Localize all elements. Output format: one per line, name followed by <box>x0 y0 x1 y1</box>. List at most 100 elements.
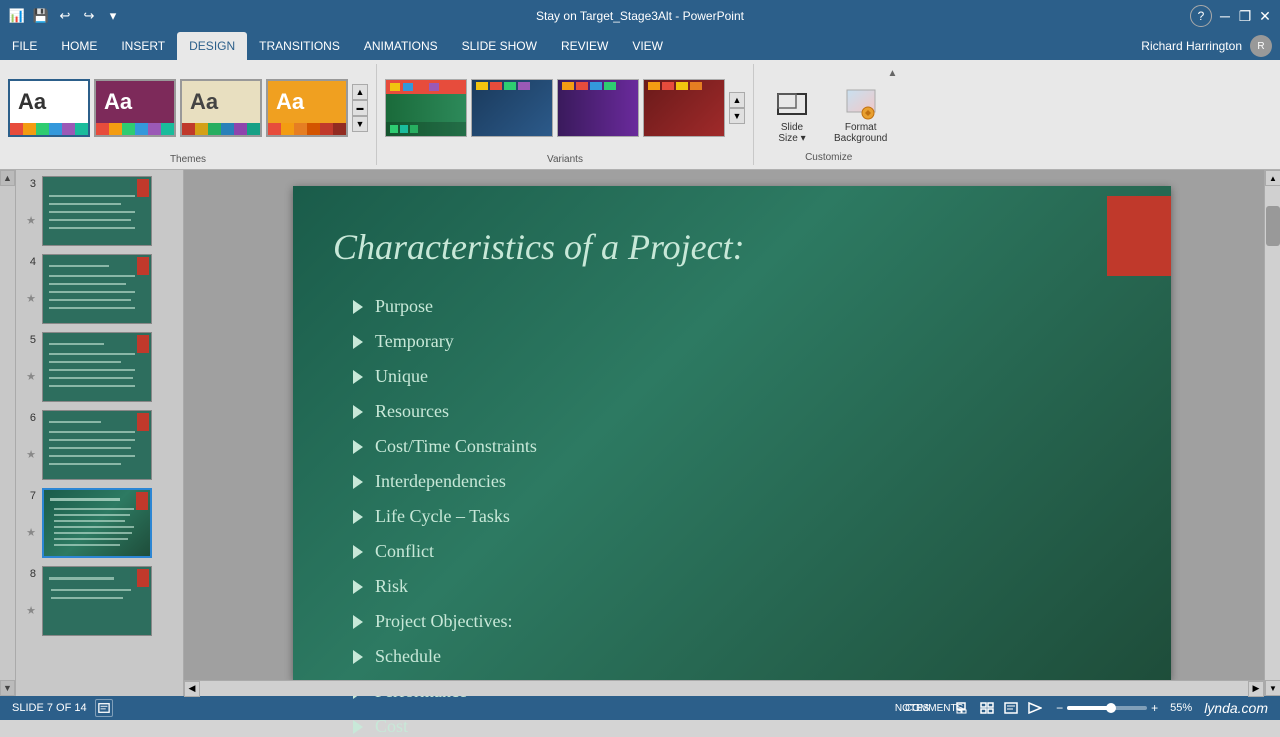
format-background-button[interactable]: FormatBackground <box>826 82 895 148</box>
slide-panel-item-3[interactable]: 3 ★ <box>20 174 179 248</box>
app-title: Stay on Target_Stage3Alt - PowerPoint <box>536 9 744 23</box>
themes-scroll-up[interactable]: ▲ <box>352 84 368 100</box>
vscroll-up-button[interactable]: ▲ <box>1265 170 1280 186</box>
variants-scroll-down[interactable]: ▼ <box>729 108 745 124</box>
bullet-text: Resources <box>375 401 449 422</box>
canvas-vertical-scrollbar[interactable]: ▲ ▼ <box>1264 170 1280 696</box>
bullet-cost-time[interactable]: Cost/Time Constraints <box>353 436 537 457</box>
zoom-plus-icon[interactable]: + <box>1151 701 1158 715</box>
redo-icon[interactable]: ↪ <box>80 7 98 25</box>
themes-scroll-mid[interactable]: ▬ <box>352 100 368 116</box>
thumb-line <box>49 377 133 379</box>
variant-2[interactable] <box>471 79 553 137</box>
slide-thumb-4[interactable] <box>42 254 152 324</box>
reading-view-icon[interactable] <box>1002 699 1020 717</box>
zoom-slider[interactable]: − + <box>1056 701 1158 715</box>
slide-canvas[interactable]: Characteristics of a Project: Purpose Te… <box>293 186 1171 680</box>
bullet-purpose[interactable]: Purpose <box>353 296 537 317</box>
tab-home[interactable]: HOME <box>49 32 109 60</box>
bullet-unique[interactable]: Unique <box>353 366 537 387</box>
canvas-horizontal-scrollbar[interactable]: ◀ ▶ <box>184 680 1264 696</box>
comments-button[interactable]: COMMENTS <box>924 699 942 717</box>
variant-3[interactable] <box>557 79 639 137</box>
user-avatar: R <box>1250 35 1272 57</box>
variant-4[interactable] <box>643 79 725 137</box>
hscroll-right-button[interactable]: ▶ <box>1248 681 1264 697</box>
tab-animations[interactable]: ANIMATIONS <box>352 32 450 60</box>
zoom-minus-icon[interactable]: − <box>1056 701 1063 715</box>
minimize-button[interactable]: ─ <box>1218 9 1232 23</box>
save-icon[interactable]: 💾 <box>32 7 50 25</box>
ribbon-user-area: Richard Harrington R <box>1141 32 1280 60</box>
zoom-handle[interactable] <box>1106 703 1116 713</box>
user-name[interactable]: Richard Harrington <box>1141 39 1242 53</box>
theme-1[interactable]: Aa <box>8 79 90 137</box>
restore-button[interactable]: ❐ <box>1238 9 1252 23</box>
variant-1[interactable] <box>385 79 467 137</box>
bullet-lifecycle[interactable]: Life Cycle – Tasks <box>353 506 537 527</box>
slide-thumb-6[interactable] <box>42 410 152 480</box>
slide-panel-item-6[interactable]: 6 ★ <box>20 408 179 482</box>
title-right-area: ? ─ ❐ ✕ <box>1190 5 1272 27</box>
tab-design[interactable]: DESIGN <box>177 32 247 60</box>
thumb-line <box>51 589 131 591</box>
slide-star-3: ★ <box>26 214 36 227</box>
slide-notes-icon[interactable] <box>95 699 113 717</box>
slide-number-6: 6 <box>22 412 36 424</box>
presenter-view-icon[interactable] <box>1026 699 1044 717</box>
slide-thumb-8[interactable] <box>42 566 152 636</box>
variants-scroll-up[interactable]: ▲ <box>729 92 745 108</box>
hscroll-left-button[interactable]: ◀ <box>184 681 200 697</box>
thumb-line <box>49 385 135 387</box>
tab-insert[interactable]: INSERT <box>109 32 177 60</box>
bullet-text: Interdependencies <box>375 471 506 492</box>
theme-4[interactable]: Aa <box>266 79 348 137</box>
ribbon-collapse-button[interactable]: ▲ <box>883 66 901 81</box>
bullet-schedule[interactable]: Schedule <box>353 646 537 667</box>
panel-scroll-up-button[interactable]: ▲ <box>0 170 15 186</box>
thumb-line <box>54 520 125 522</box>
slide-panel-item-5[interactable]: 5 ★ <box>20 330 179 404</box>
bullet-resources[interactable]: Resources <box>353 401 537 422</box>
bullet-cost[interactable]: Cost <box>353 716 537 737</box>
thumb-line <box>54 532 132 534</box>
bullet-interdependencies[interactable]: Interdependencies <box>353 471 537 492</box>
slide-title[interactable]: Characteristics of a Project: <box>333 226 745 268</box>
bullet-arrow-icon <box>353 300 363 314</box>
close-button[interactable]: ✕ <box>1258 9 1272 23</box>
tab-review[interactable]: REVIEW <box>549 32 620 60</box>
slide-thumb-7[interactable] <box>42 488 152 558</box>
thumb-line <box>49 203 121 205</box>
panel-scroll-down-button[interactable]: ▼ <box>0 680 15 696</box>
tab-slideshow[interactable]: SLIDE SHOW <box>450 32 549 60</box>
slide-panel-item-7[interactable]: 7 ★ <box>20 486 179 560</box>
help-icon[interactable]: ? <box>1190 5 1212 27</box>
slide-thumb-5[interactable] <box>42 332 152 402</box>
slide-panel-item-8[interactable]: 8 ★ <box>20 564 179 638</box>
normal-view-icon[interactable] <box>954 699 972 717</box>
bullet-objectives[interactable]: Project Objectives: <box>353 611 537 632</box>
theme-2[interactable]: Aa <box>94 79 176 137</box>
bullet-conflict[interactable]: Conflict <box>353 541 537 562</box>
bullet-risk[interactable]: Risk <box>353 576 537 597</box>
customize-qa-icon[interactable]: ▾ <box>104 7 122 25</box>
zoom-level[interactable]: 55% <box>1170 702 1192 714</box>
bullet-temporary[interactable]: Temporary <box>353 331 537 352</box>
slide-sorter-icon[interactable] <box>978 699 996 717</box>
slide-panel-item-4[interactable]: 4 ★ <box>20 252 179 326</box>
slide-thumb-3[interactable] <box>42 176 152 246</box>
zoom-track[interactable] <box>1067 706 1147 710</box>
slide-size-button[interactable]: SlideSize ▾ <box>762 82 822 148</box>
bullet-text: Project Objectives: <box>375 611 512 632</box>
theme-3[interactable]: Aa <box>180 79 262 137</box>
thumb-line <box>49 219 131 221</box>
tab-transitions[interactable]: TRANSITIONS <box>247 32 352 60</box>
vscroll-thumb[interactable] <box>1266 206 1280 246</box>
tab-view[interactable]: VIEW <box>620 32 675 60</box>
undo-icon[interactable]: ↩ <box>56 7 74 25</box>
status-left: SLIDE 7 OF 14 <box>12 699 113 717</box>
themes-scroll-down[interactable]: ▼ <box>352 116 368 132</box>
vscroll-down-button[interactable]: ▼ <box>1265 680 1280 696</box>
bullet-arrow-icon <box>353 335 363 349</box>
tab-file[interactable]: FILE <box>0 32 49 60</box>
